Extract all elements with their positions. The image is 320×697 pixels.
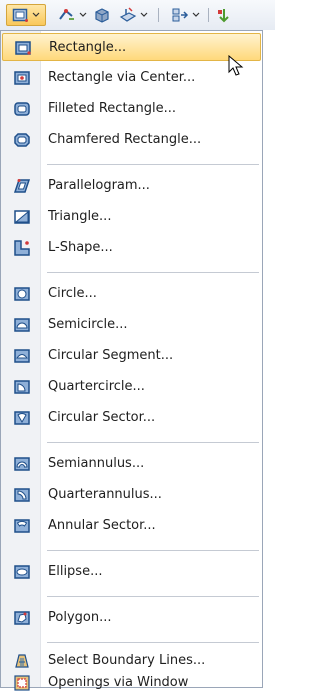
menu-item-polygon[interactable]: Polygon... [2, 604, 261, 632]
menu-item-rectangle-via-center[interactable]: Rectangle via Center... [2, 64, 261, 92]
chamfered-rectangle-icon [14, 133, 30, 147]
surface-tool-button[interactable] [116, 4, 150, 26]
menu-separator [47, 596, 259, 597]
arrange-tool-button[interactable] [168, 4, 202, 26]
chevron-down-icon [192, 12, 199, 17]
chevron-down-icon [140, 12, 147, 17]
menu-item-l-shape[interactable]: L-Shape... [2, 234, 261, 262]
menu-item-label: Circular Sector... [48, 410, 156, 425]
chevron-down-icon [79, 12, 86, 17]
menu-item-label: Rectangle... [49, 40, 127, 55]
quartercircle-icon [14, 380, 30, 394]
polygon-icon [14, 611, 30, 625]
menu-item-rectangle[interactable]: Rectangle... [2, 33, 261, 61]
menu-item-quartercircle[interactable]: Quartercircle... [2, 373, 261, 401]
menu-item-filleted-rectangle[interactable]: Filleted Rectangle... [2, 95, 261, 123]
quarterannulus-icon [14, 488, 30, 502]
menu-item-label: Circle... [48, 286, 97, 301]
menu-item-semicircle[interactable]: Semicircle... [2, 311, 261, 339]
menu-item-openings-via-window[interactable]: Openings via Window [2, 669, 261, 697]
menu-item-label: L-Shape... [48, 240, 113, 255]
solid-tool-icon [95, 8, 109, 23]
menu-item-label: Openings via Window [48, 675, 189, 690]
menu-item-chamfered-rectangle[interactable]: Chamfered Rectangle... [2, 126, 261, 154]
menu-item-label: Quarterannulus... [48, 487, 162, 502]
menu-item-parallelogram[interactable]: Parallelogram... [2, 172, 261, 200]
menu-item-circular-segment[interactable]: Circular Segment... [2, 342, 261, 370]
menu-separator [47, 642, 259, 643]
menu-item-label: Semicircle... [48, 317, 128, 332]
green-arrow-tool-button[interactable] [214, 4, 234, 26]
openings-via-window-icon [14, 675, 30, 691]
menu-item-label: Ellipse... [48, 564, 103, 579]
menu-item-semiannulus[interactable]: Semiannulus... [2, 450, 261, 478]
rectangle-tool-icon [12, 8, 28, 22]
shape-toolbar [0, 0, 275, 30]
annular-sector-icon [14, 519, 30, 533]
menu-item-ellipse[interactable]: Ellipse... [2, 558, 261, 586]
menu-separator [47, 164, 259, 165]
menu-item-label: Rectangle via Center... [48, 70, 196, 85]
rectangle-tool-button[interactable] [6, 4, 46, 26]
green-arrow-tool-icon [218, 9, 229, 23]
lines-tool-icon [58, 9, 74, 20]
menu-item-label: Quartercircle... [48, 379, 145, 394]
select-boundary-lines-icon [15, 654, 29, 668]
surface-tool-icon [119, 7, 136, 22]
menu-item-label: Triangle... [48, 209, 112, 224]
triangle-icon [14, 210, 30, 224]
circular-sector-icon [14, 411, 30, 425]
rectangle-via-center-icon [14, 71, 30, 85]
parallelogram-icon [14, 179, 30, 193]
l-shape-icon [14, 240, 30, 256]
shape-dropdown-menu: Rectangle... Rectangle via Center... Fil… [0, 30, 263, 691]
menu-item-label: Parallelogram... [48, 178, 150, 193]
menu-item-label: Filleted Rectangle... [48, 101, 177, 116]
menu-item-quarterannulus[interactable]: Quarterannulus... [2, 481, 261, 509]
toolbar-separator [158, 8, 159, 22]
menu-item-label: Annular Sector... [48, 518, 156, 533]
circular-segment-icon [14, 349, 30, 363]
semicircle-icon [14, 318, 30, 332]
menu-separator [47, 442, 259, 443]
menu-item-label: Polygon... [48, 610, 112, 625]
menu-item-circle[interactable]: Circle... [2, 280, 261, 308]
ellipse-icon [14, 565, 30, 579]
menu-item-circular-sector[interactable]: Circular Sector... [2, 404, 261, 432]
menu-item-label: Circular Segment... [48, 348, 174, 363]
menu-item-label: Chamfered Rectangle... [48, 132, 202, 147]
solid-tool-button[interactable] [92, 4, 112, 26]
arrange-tool-icon [172, 8, 188, 22]
chevron-down-icon [32, 12, 40, 17]
lines-tool-button[interactable] [55, 4, 89, 26]
menu-item-annular-sector[interactable]: Annular Sector... [2, 512, 261, 540]
menu-item-label: Semiannulus... [48, 456, 145, 471]
mouse-pointer-icon [228, 55, 244, 76]
circle-icon [14, 287, 30, 301]
rectangle-icon [15, 41, 31, 55]
filleted-rectangle-icon [14, 102, 30, 116]
menu-item-triangle[interactable]: Triangle... [2, 203, 261, 231]
semiannulus-icon [14, 457, 30, 471]
toolbar-separator [208, 8, 209, 22]
menu-separator [47, 272, 259, 273]
menu-separator [47, 550, 259, 551]
